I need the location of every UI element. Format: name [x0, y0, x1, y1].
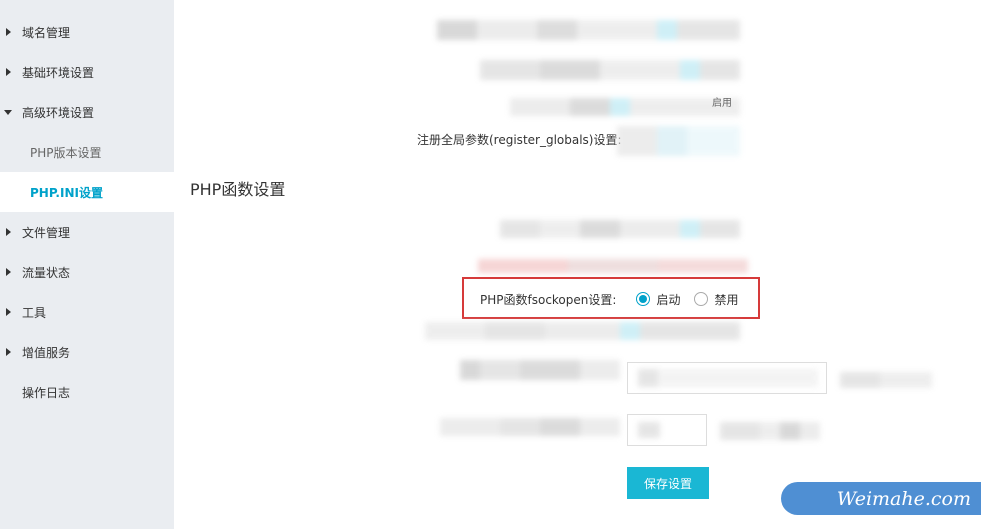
- caret-right-icon: [0, 308, 22, 316]
- watermark-text: Weimahe.com: [836, 487, 971, 510]
- sidebar-item-domain[interactable]: 域名管理: [0, 12, 174, 52]
- sidebar-item-file-manager[interactable]: 文件管理: [0, 212, 174, 252]
- blurred-setting-row: [437, 20, 740, 40]
- caret-down-icon: [0, 109, 22, 115]
- sidebar-item-label: 流量状态: [22, 265, 71, 280]
- blurred-hint-text: [840, 372, 932, 388]
- blurred-setting-label: [460, 360, 620, 380]
- blurred-radio-options: [617, 126, 740, 156]
- save-settings-button[interactable]: 保存设置: [627, 467, 709, 499]
- sidebar-item-tools[interactable]: 工具: [0, 292, 174, 332]
- sidebar-item-traffic-status[interactable]: 流量状态: [0, 252, 174, 292]
- sidebar-item-label: 文件管理: [22, 225, 71, 240]
- section-title: PHP函数设置: [190, 180, 286, 199]
- fsockopen-disable-radio[interactable]: [694, 292, 709, 306]
- blurred-text-input[interactable]: [627, 362, 827, 394]
- fsockopen-enable-label[interactable]: 启动: [656, 291, 680, 308]
- blurred-number-input[interactable]: [627, 414, 707, 446]
- fsockopen-disable-label[interactable]: 禁用: [714, 291, 738, 308]
- sidebar-item-php-version[interactable]: PHP版本设置: [0, 132, 174, 172]
- fsockopen-setting-row: PHP函数fsockopen设置: 启动 禁用: [480, 290, 738, 308]
- register-globals-label: 注册全局参数(register_globals)设置:: [417, 133, 622, 147]
- fsockopen-label: PHP函数fsockopen设置:: [480, 292, 617, 307]
- sidebar-item-label: 操作日志: [22, 385, 71, 400]
- caret-right-icon: [0, 348, 22, 356]
- sidebar-item-label: 工具: [22, 305, 47, 320]
- blurred-hint-text: [720, 422, 820, 440]
- sidebar-item-advanced-env[interactable]: 高级环境设置: [0, 92, 174, 132]
- caret-right-icon: [0, 228, 22, 236]
- blurred-setting-label: [440, 418, 620, 436]
- sidebar-item-label: 增值服务: [22, 345, 71, 360]
- sidebar-item-php-ini[interactable]: PHP.INI设置: [0, 172, 174, 212]
- sidebar-item-basic-env[interactable]: 基础环境设置: [0, 52, 174, 92]
- sidebar-item-label: 高级环境设置: [22, 105, 95, 120]
- sidebar-item-operation-log[interactable]: 操作日志: [0, 372, 174, 412]
- blurred-setting-row: [480, 60, 740, 80]
- sidebar-item-value-added[interactable]: 增值服务: [0, 332, 174, 372]
- sidebar-item-label: PHP.INI设置: [30, 185, 103, 200]
- partial-option-label: 启用: [712, 98, 732, 109]
- caret-right-icon: [0, 268, 22, 276]
- sidebar-item-label: PHP版本设置: [30, 145, 102, 160]
- sidebar-item-label: 基础环境设置: [22, 65, 95, 80]
- blurred-setting-row: [510, 98, 740, 116]
- caret-right-icon: [0, 68, 22, 76]
- caret-right-icon: [0, 28, 22, 36]
- blurred-setting-row: [425, 322, 740, 340]
- sidebar: 域名管理 基础环境设置 高级环境设置 PHP版本设置 PHP.INI设置 文件管…: [0, 0, 174, 529]
- blurred-setting-row: [500, 220, 740, 238]
- fsockopen-enable-radio[interactable]: [636, 292, 651, 306]
- watermark: Weimahe.com: [781, 482, 981, 515]
- sidebar-item-label: 域名管理: [22, 25, 71, 40]
- blurred-setting-row: [478, 258, 748, 273]
